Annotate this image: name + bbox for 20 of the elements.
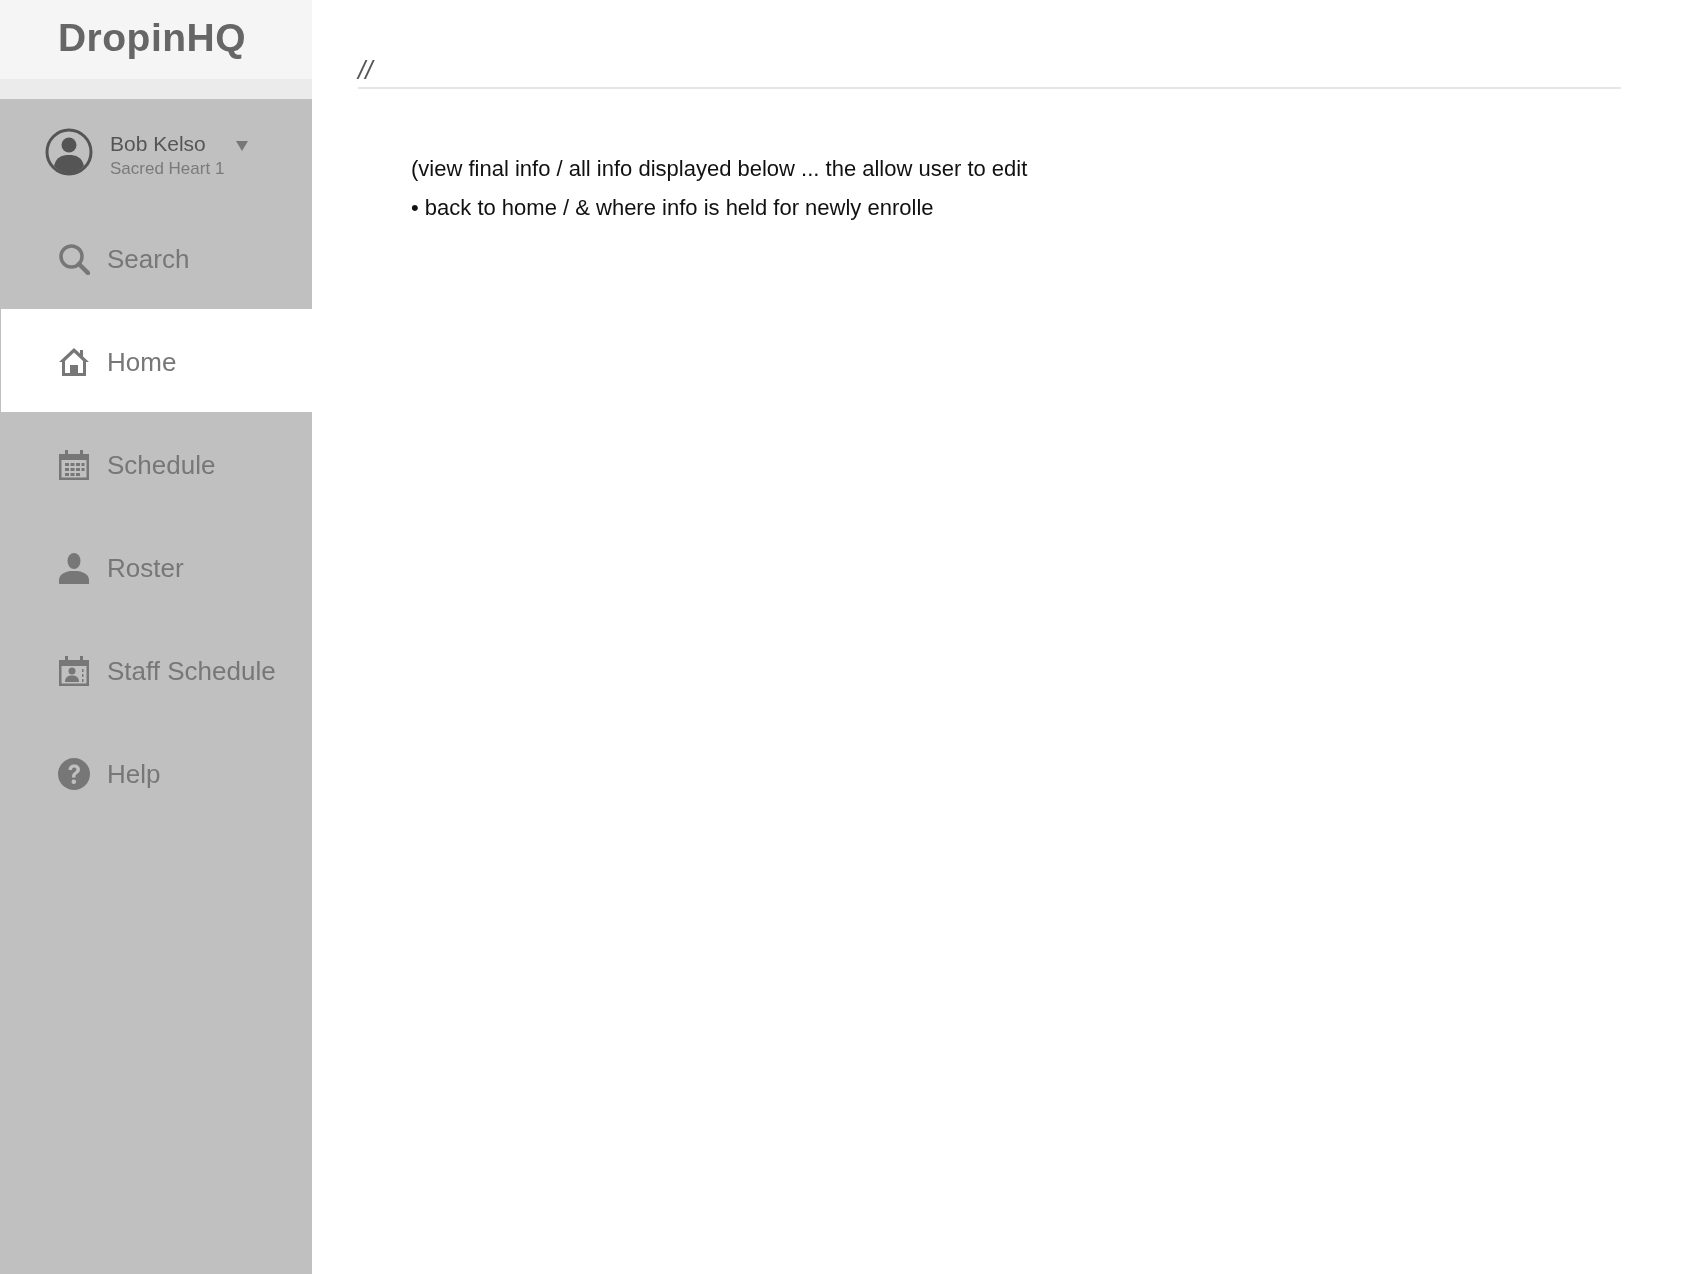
note-text: • back to home / & where info is held for newly enrolle <box>411 194 935 222</box>
nav-item[interactable]: Help <box>0 721 312 824</box>
nav-item[interactable]: Search <box>0 206 312 309</box>
avatar-icon <box>45 127 93 176</box>
house-icon <box>58 346 90 378</box>
user-location: Sacred Heart 1 <box>110 157 225 180</box>
caret-icon[interactable] <box>236 141 249 151</box>
search-icon <box>58 243 90 275</box>
page-heading: // <box>358 53 1621 89</box>
nav-item[interactable]: Schedule <box>0 412 312 515</box>
note-text: (view final info / all info displayed below ... the allow user to edit <box>411 155 1029 183</box>
staff-calendar-icon <box>58 655 90 687</box>
help-icon <box>58 758 90 790</box>
user-name: Bob Kelso <box>110 130 207 157</box>
person-icon <box>58 552 90 584</box>
nav-item[interactable]: Home <box>1 309 312 412</box>
calendar-icon <box>58 449 90 481</box>
nav-item[interactable]: Staff Schedule <box>0 618 312 721</box>
app-logo: DropinHQ <box>57 15 247 60</box>
nav-item[interactable]: Roster <box>0 515 312 618</box>
